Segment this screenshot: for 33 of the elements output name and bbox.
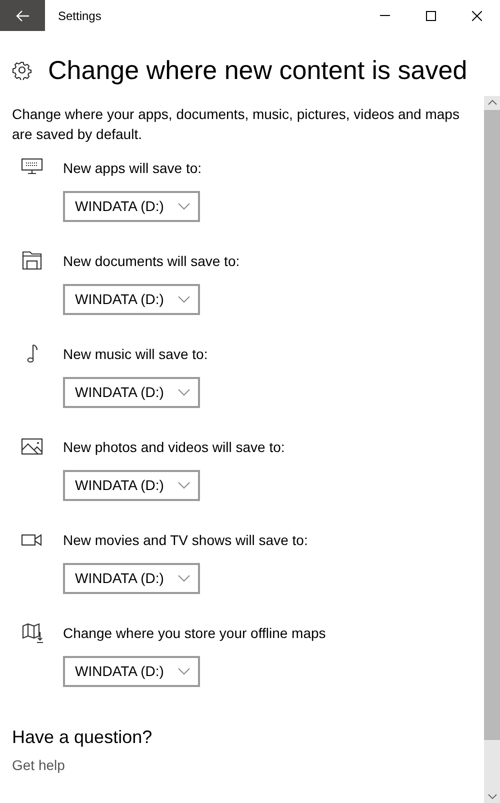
chevron-down-icon <box>178 575 190 582</box>
setting-label: New photos and videos will save to: <box>63 438 285 457</box>
window-title: Settings <box>58 8 102 24</box>
drive-dropdown[interactable]: WINDATA (D:) <box>63 656 200 687</box>
back-arrow-icon <box>16 10 30 22</box>
setting-label: New documents will save to: <box>63 252 240 271</box>
setting-label: New apps will save to: <box>63 159 202 178</box>
setting-label: Change where you store your offline maps <box>63 624 326 643</box>
chevron-down-icon <box>178 389 190 396</box>
chevron-down-icon <box>178 296 190 303</box>
minimize-icon <box>380 15 390 16</box>
chevron-down-icon <box>178 668 190 675</box>
help-heading: Have a question? <box>12 726 154 749</box>
drive-dropdown[interactable]: WINDATA (D:) <box>63 377 200 408</box>
scroll-down-icon <box>488 794 496 799</box>
page-description: Change where your apps, documents, music, pictures, videos and maps are saved by default. <box>12 105 460 144</box>
setting-label: New music will save to: <box>63 345 208 364</box>
drive-dropdown[interactable]: WINDATA (D:) <box>63 563 200 594</box>
get-help-link[interactable]: Get help <box>12 755 65 776</box>
chevron-down-icon <box>178 482 190 489</box>
map-icon <box>20 622 42 644</box>
folder-icon <box>20 250 42 272</box>
drive-dropdown[interactable]: WINDATA (D:) <box>63 284 200 315</box>
gear-icon <box>12 60 32 80</box>
scroll-up-icon <box>488 100 496 105</box>
drive-dropdown[interactable]: WINDATA (D:) <box>63 470 200 501</box>
close-icon <box>472 10 482 20</box>
setting-label: New movies and TV shows will save to: <box>63 531 308 550</box>
maximize-icon <box>426 10 436 20</box>
chevron-down-icon <box>178 203 190 210</box>
back-button[interactable] <box>0 0 45 31</box>
page-title: Change where new content is saved <box>48 54 468 86</box>
drive-dropdown[interactable]: WINDATA (D:) <box>63 191 200 222</box>
